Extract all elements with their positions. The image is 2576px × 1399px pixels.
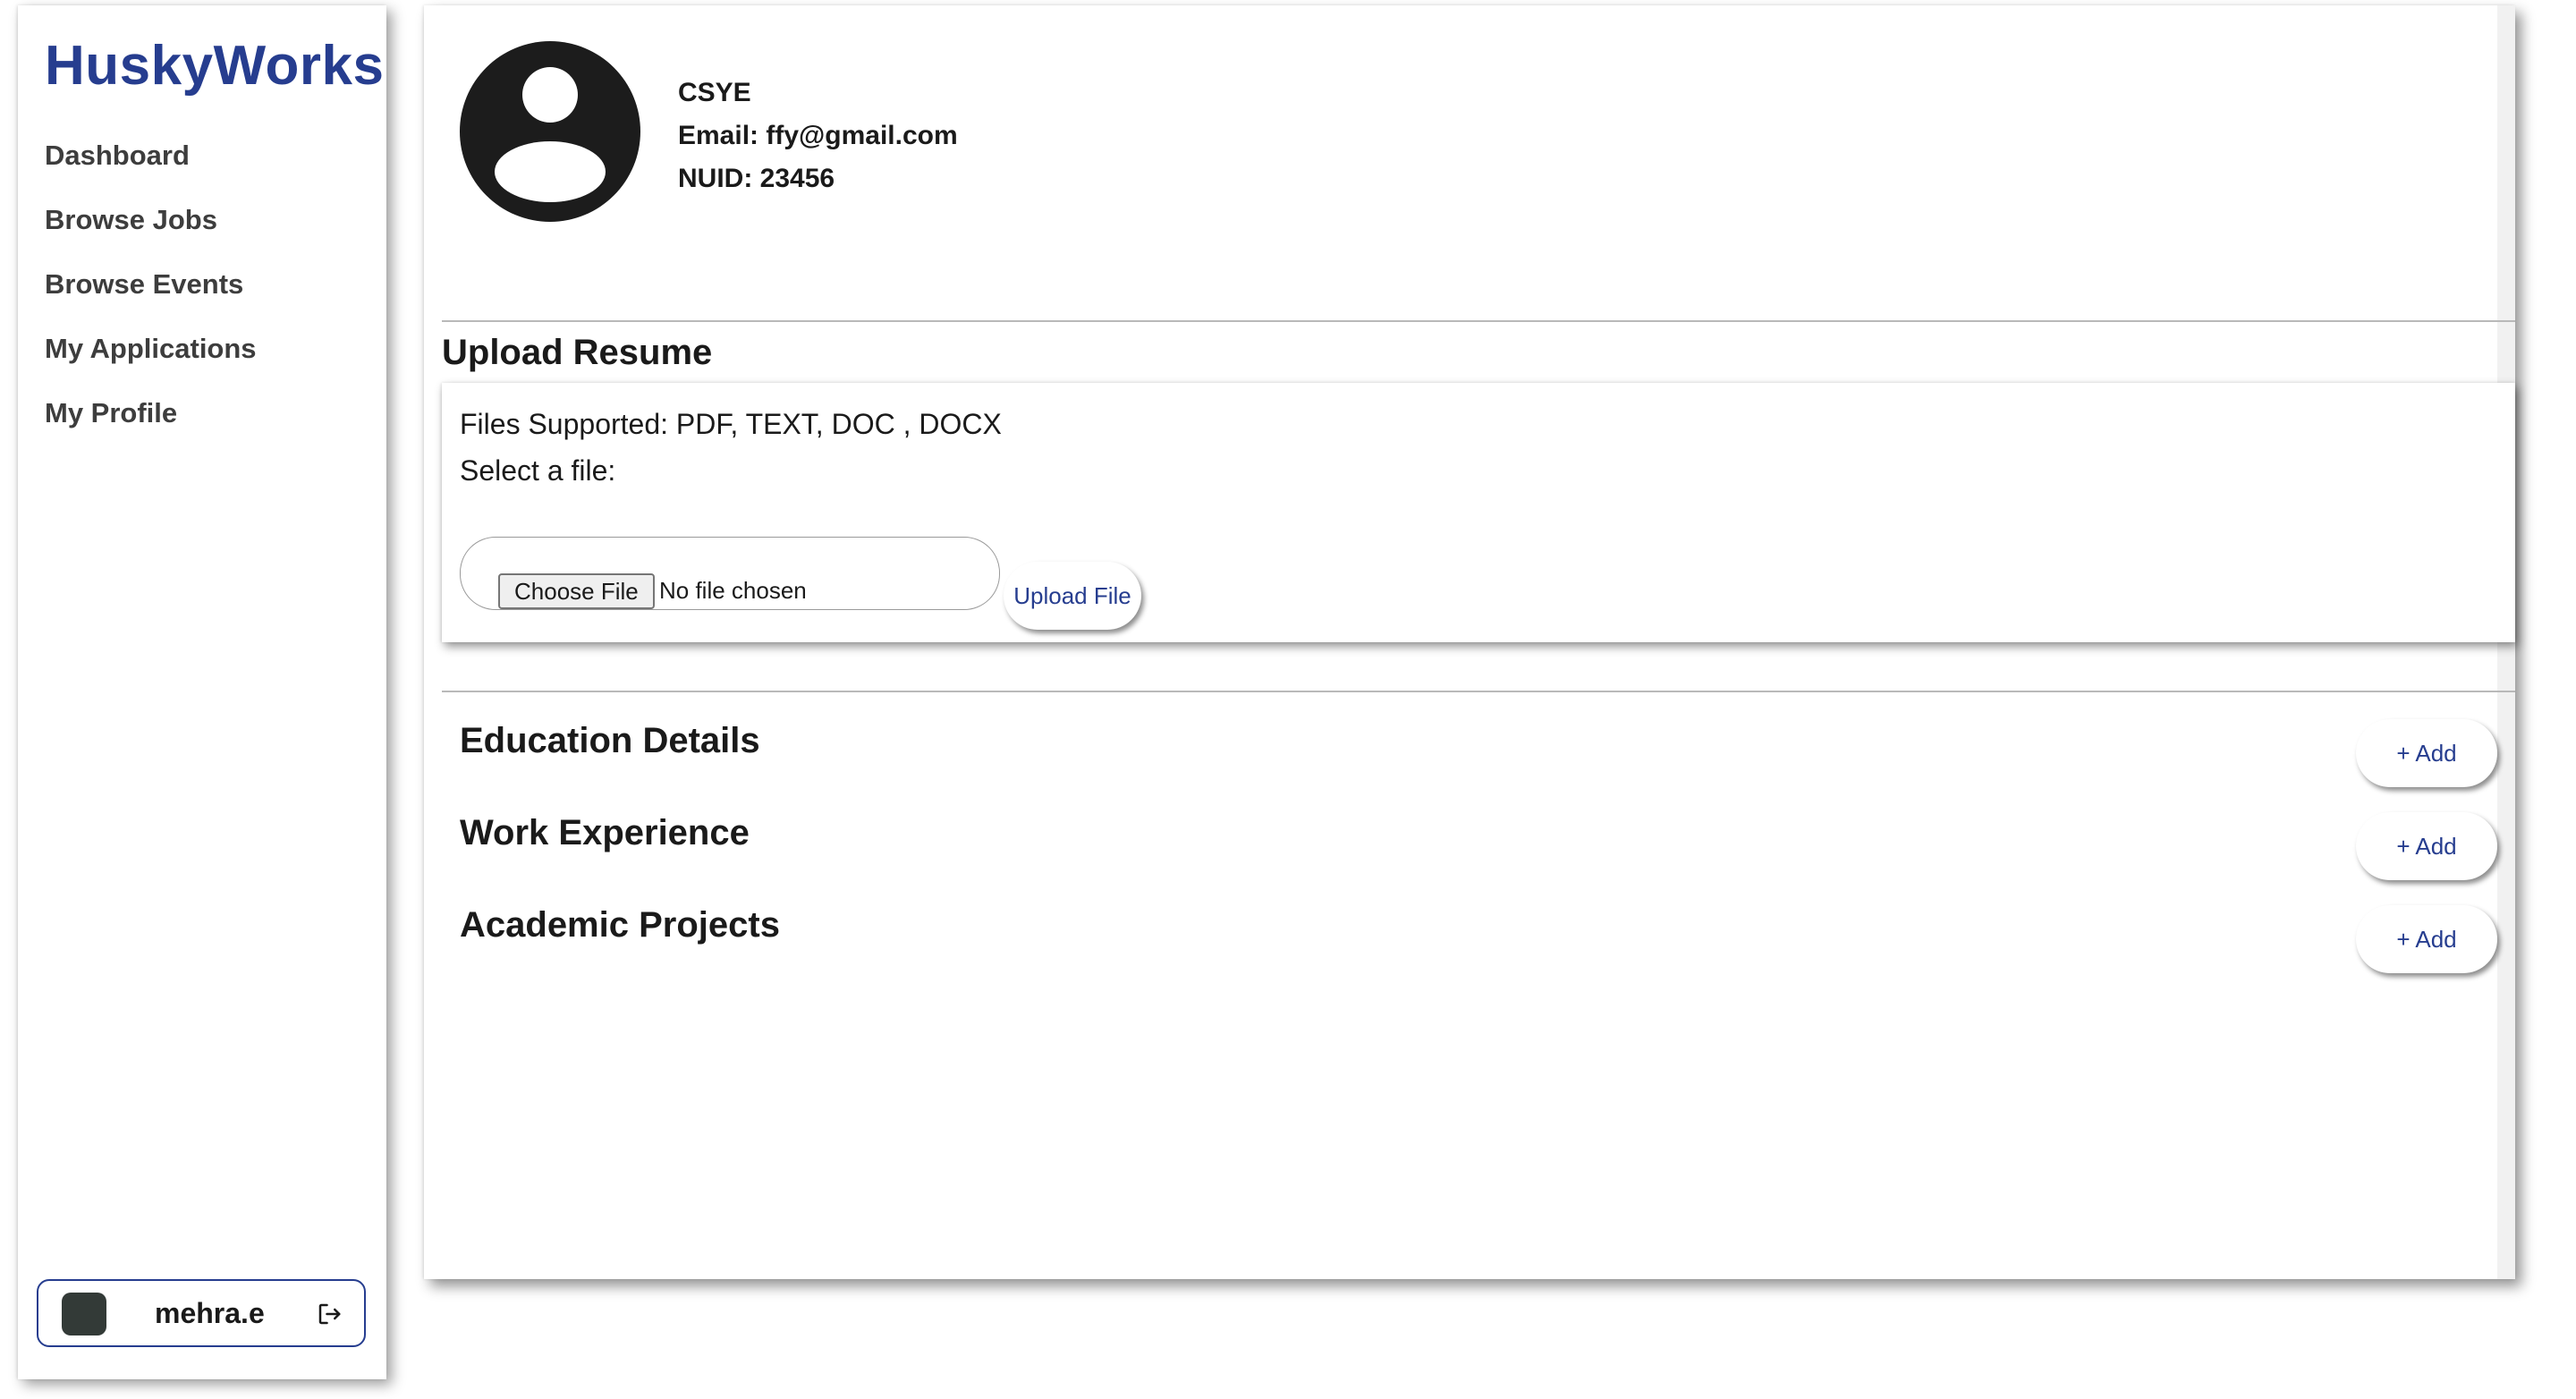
add-work-experience-button[interactable]: + Add (2356, 812, 2497, 880)
select-file-label: Select a file: (460, 454, 616, 487)
add-education-button[interactable]: + Add (2356, 719, 2497, 787)
upload-file-button[interactable]: Upload File (1004, 562, 1141, 630)
add-academic-project-button[interactable]: + Add (2356, 905, 2497, 973)
file-input[interactable]: Choose File No file chosen (460, 537, 1000, 610)
user-account-box[interactable]: mehra.e (37, 1279, 366, 1347)
divider (442, 691, 2515, 692)
sidebar-item-my-applications[interactable]: My Applications (45, 329, 257, 394)
sidebar-nav: Dashboard Browse Jobs Browse Events My A… (45, 136, 257, 458)
file-status-text: No file chosen (659, 577, 807, 604)
brand-logo[interactable]: HuskyWorks (45, 34, 384, 98)
profile-nuid: NUID: 23456 (678, 164, 835, 193)
divider (442, 320, 2515, 322)
upload-resume-card: Files Supported: PDF, TEXT, DOC , DOCX S… (442, 383, 2515, 642)
sidebar-item-browse-events[interactable]: Browse Events (45, 265, 257, 329)
user-avatar (62, 1293, 106, 1335)
logout-icon[interactable] (316, 1301, 343, 1327)
user-avatar-icon (460, 41, 640, 222)
files-supported-text: Files Supported: PDF, TEXT, DOC , DOCX (460, 408, 1002, 440)
sidebar-item-my-profile[interactable]: My Profile (45, 394, 257, 458)
upload-resume-title: Upload Resume (442, 333, 713, 372)
profile-email: Email: ffy@gmail.com (678, 121, 958, 150)
education-details-title: Education Details (460, 721, 760, 760)
academic-projects-title: Academic Projects (460, 905, 780, 945)
scrollbar-track[interactable] (2497, 5, 2515, 1279)
choose-file-button[interactable]: Choose File (498, 573, 655, 609)
sidebar-item-browse-jobs[interactable]: Browse Jobs (45, 200, 257, 265)
sidebar: HuskyWorks Dashboard Browse Jobs Browse … (18, 5, 386, 1379)
work-experience-title: Work Experience (460, 813, 750, 852)
main-panel: CSYE Email: ffy@gmail.com NUID: 23456 Up… (424, 5, 2515, 1279)
sidebar-item-dashboard[interactable]: Dashboard (45, 136, 257, 200)
profile-name: CSYE (678, 78, 751, 107)
user-name: mehra.e (155, 1297, 265, 1329)
profile-info: CSYE Email: ffy@gmail.com NUID: 23456 (678, 72, 958, 200)
